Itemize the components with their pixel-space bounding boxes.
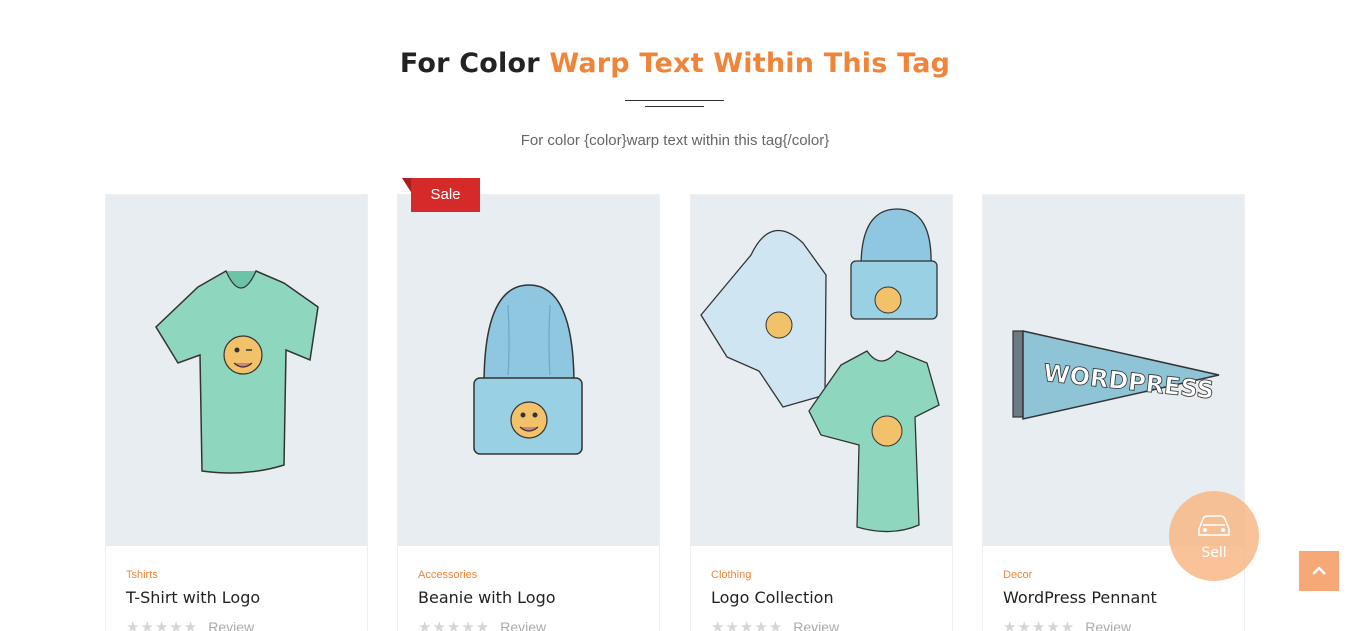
product-rating: ★★★★★ Review	[1003, 618, 1131, 631]
product-category[interactable]: Clothing	[711, 569, 751, 581]
beanie-illustration-icon	[473, 284, 583, 455]
review-label[interactable]: Review	[500, 619, 546, 631]
product-rating: ★★★★★ Review	[711, 618, 839, 631]
sale-badge: Sale	[411, 178, 480, 212]
review-label[interactable]: Review	[1085, 619, 1131, 631]
sell-fab-button[interactable]: Sell	[1169, 491, 1259, 581]
star-rating-icon: ★★★★★	[418, 619, 491, 631]
star-rating-icon: ★★★★★	[126, 619, 199, 631]
section-heading: For Color Warp Text Within This Tag	[0, 48, 1350, 79]
product-title[interactable]: T-Shirt with Logo	[126, 588, 260, 607]
section-heading-accent: Warp Text Within This Tag	[549, 48, 951, 79]
product-card-tshirt[interactable]: Tshirts T-Shirt with Logo ★★★★★ Review	[105, 194, 368, 631]
product-card-beanie[interactable]: Accessories Beanie with Logo ★★★★★ Revie…	[397, 194, 660, 631]
heading-divider-top	[625, 100, 724, 101]
product-title[interactable]: Logo Collection	[711, 588, 834, 607]
product-image[interactable]	[691, 195, 952, 546]
sale-badge-fold	[402, 178, 411, 192]
product-category[interactable]: Accessories	[418, 569, 477, 581]
star-rating-icon: ★★★★★	[711, 619, 784, 631]
heading-divider-bottom	[645, 106, 704, 107]
product-category[interactable]: Decor	[1003, 569, 1032, 581]
review-label[interactable]: Review	[793, 619, 839, 631]
product-category[interactable]: Tshirts	[126, 569, 158, 581]
product-image[interactable]	[106, 195, 367, 546]
clothing-collection-illustration-icon	[700, 208, 940, 533]
chevron-up-icon	[1312, 566, 1326, 575]
product-rating: ★★★★★ Review	[126, 618, 254, 631]
product-card-logo-collection[interactable]: Clothing Logo Collection ★★★★★ Review	[690, 194, 953, 631]
section-heading-plain: For Color	[399, 48, 540, 79]
tshirt-illustration-icon	[155, 269, 319, 474]
product-title[interactable]: WordPress Pennant	[1003, 588, 1157, 607]
sell-label: Sell	[1201, 545, 1227, 561]
product-rating: ★★★★★ Review	[418, 618, 546, 631]
review-label[interactable]: Review	[208, 619, 254, 631]
product-image[interactable]	[398, 195, 659, 546]
star-rating-icon: ★★★★★	[1003, 619, 1076, 631]
car-icon	[1198, 515, 1230, 536]
product-title[interactable]: Beanie with Logo	[418, 588, 556, 607]
section-subtitle: For color {color}warp text within this t…	[520, 132, 830, 149]
scroll-to-top-button[interactable]	[1299, 551, 1339, 591]
